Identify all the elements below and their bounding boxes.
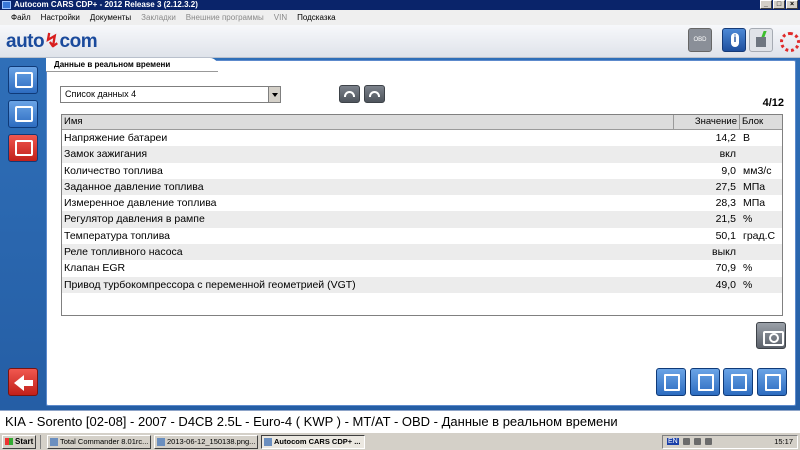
table-row[interactable]: Измеренное давление топлива 28,3 МПа	[62, 195, 782, 211]
connection-power-icon[interactable]	[749, 28, 773, 52]
row-unit: В	[743, 132, 751, 144]
menu-vin: VIN	[273, 13, 288, 22]
row-name: Измеренное давление топлива	[64, 197, 217, 210]
row-unit: МПа	[743, 197, 766, 210]
row-unit	[740, 146, 782, 162]
row-unit: %	[743, 213, 753, 226]
autocom-logo: auto↯com	[6, 31, 98, 52]
table-row[interactable]: Реле топливного насоса выкл	[62, 244, 782, 261]
table-row[interactable]: Количество топлива 9,0 мм3/с	[62, 163, 782, 179]
table-row[interactable]: Замок зажигания вкл	[62, 146, 782, 163]
minimize-button[interactable]: _	[760, 0, 772, 9]
os-taskbar: Start Total Commander 8.01rc... 2013-06-…	[0, 432, 800, 450]
page-counter: 4/12	[762, 97, 784, 109]
table-row[interactable]: Заданное давление топлива 27,5 МПа	[62, 178, 782, 196]
vehicle-status-bar: KIA - Sorento [02-08] - 2007 - D4CB 2.5L…	[0, 410, 800, 432]
row-name: Регулятор давления в рампе	[64, 213, 205, 226]
row-name: Реле топливного насоса	[64, 246, 183, 259]
menu-documents[interactable]: Документы	[85, 13, 136, 22]
quick-launch-divider	[40, 434, 44, 449]
row-name: Замок зажигания	[64, 148, 148, 161]
table-row[interactable]: Привод турбокомпрессора с переменной гео…	[62, 276, 782, 293]
panel-tab-title: Данные в реальном времени	[46, 58, 218, 72]
row-name: Заданное давление топлива	[64, 180, 204, 193]
back-arrow-button[interactable]	[8, 368, 38, 396]
menu-help[interactable]: Подсказка	[292, 13, 341, 22]
menu-file[interactable]: Файл	[6, 13, 36, 22]
row-value: 50,1	[715, 229, 736, 242]
tray-network-icon[interactable]	[682, 438, 690, 445]
start-button[interactable]: Start	[2, 434, 36, 449]
row-unit	[740, 244, 782, 260]
row-unit: МПа	[743, 180, 766, 193]
row-value: 28,3	[715, 197, 736, 210]
row-value: вкл	[719, 148, 736, 161]
row-value: 49,0	[715, 278, 736, 291]
close-button[interactable]: ×	[786, 0, 798, 9]
window-title: Autocom CARS CDP+ - 2012 Release 3 (2.12…	[14, 0, 198, 9]
row-unit: град.С	[743, 229, 776, 242]
camera-icon[interactable]	[756, 322, 786, 349]
window-controls: _ □ ×	[760, 0, 798, 10]
taskbar-item-autocom[interactable]: Autocom CARS CDP+ ...	[261, 434, 365, 449]
image-icon	[157, 437, 165, 446]
row-unit: мм3/с	[743, 164, 772, 177]
row-name: Количество топлива	[64, 164, 163, 177]
header-name[interactable]: Имя	[62, 115, 674, 129]
live-data-table: Имя Значение Блок Напряжение батареи 14,…	[61, 114, 783, 316]
language-indicator[interactable]: EN	[667, 438, 679, 445]
chevron-down-icon[interactable]	[268, 87, 280, 102]
redo-arrow-icon[interactable]	[364, 85, 385, 103]
windows-flag-icon	[5, 438, 13, 445]
live-data-icon[interactable]	[8, 134, 38, 162]
maximize-button[interactable]: □	[773, 0, 785, 9]
system-tray: EN 15:17	[662, 434, 798, 449]
taskbar-item-image[interactable]: 2013-06-12_150138.png...	[154, 434, 258, 449]
clock: 15:17	[774, 437, 793, 446]
row-name: Температура топлива	[64, 229, 171, 242]
engine-icon[interactable]	[8, 66, 38, 94]
table-header: Имя Значение Блок	[62, 115, 782, 130]
list-icon[interactable]	[690, 368, 720, 396]
table-row[interactable]: Температура топлива 50,1 град.С	[62, 228, 782, 244]
table-row[interactable]: Напряжение батареи 14,2 В	[62, 130, 782, 146]
row-value: 21,5	[715, 213, 736, 226]
row-name: Клапан EGR	[64, 262, 126, 275]
table-row[interactable]: Регулятор давления в рампе 21,5 %	[62, 211, 782, 228]
busy-spinner-icon	[776, 28, 800, 52]
clear-dtc-icon[interactable]	[8, 100, 38, 128]
table-row[interactable]: Клапан EGR 70,9 %	[62, 260, 782, 276]
header-value[interactable]: Значение	[674, 115, 740, 129]
row-name: Привод турбокомпрессора с переменной гео…	[64, 278, 356, 291]
info-icon[interactable]	[722, 28, 746, 52]
menu-external-programs: Внешние программы	[185, 13, 264, 22]
data-list-select-value: Список данных 4	[65, 89, 137, 99]
row-value: выкл	[712, 246, 736, 259]
row-value: 27,5	[715, 180, 736, 193]
row-value: 9,0	[721, 164, 736, 177]
record-icon[interactable]	[723, 368, 753, 396]
undo-arrow-icon[interactable]	[339, 85, 360, 103]
app-header: auto↯com OBD	[0, 25, 800, 58]
add-parameter-icon[interactable]	[757, 368, 787, 396]
row-value: 70,9	[715, 262, 736, 275]
row-name: Напряжение батареи	[64, 132, 168, 144]
menu-bar: Файл Настройки Документы Закладки Внешни…	[0, 10, 800, 25]
app-icon	[2, 1, 11, 9]
menu-settings[interactable]: Настройки	[36, 13, 85, 22]
header-unit[interactable]: Блок	[740, 115, 782, 129]
obd-button[interactable]: OBD	[688, 28, 712, 52]
row-unit: %	[743, 262, 753, 275]
row-unit: %	[743, 278, 753, 291]
row-value: 14,2	[715, 132, 736, 144]
graph-icon[interactable]	[656, 368, 686, 396]
taskbar-item-total-commander[interactable]: Total Commander 8.01rc...	[47, 434, 151, 449]
window-title-bar: Autocom CARS CDP+ - 2012 Release 3 (2.12…	[0, 0, 800, 10]
tray-security-icon[interactable]	[704, 438, 712, 445]
autocom-icon	[264, 437, 272, 446]
total-commander-icon	[50, 437, 58, 446]
tray-volume-icon[interactable]	[693, 438, 701, 445]
menu-bookmarks: Закладки	[141, 13, 176, 22]
data-list-select[interactable]: Список данных 4	[60, 86, 281, 103]
